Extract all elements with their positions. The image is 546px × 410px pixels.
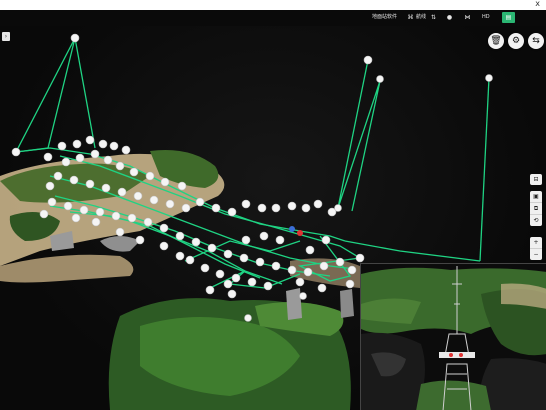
toolbar-sync-button[interactable]: ⇅: [430, 12, 437, 23]
zoom-controls: + −: [530, 237, 542, 260]
record-icon: ●: [446, 14, 453, 21]
share-icon: ⇆: [532, 36, 540, 46]
layers-button[interactable]: ⊟: [530, 174, 542, 185]
flight-route: [14, 36, 490, 289]
zoom-in-button[interactable]: +: [530, 237, 542, 249]
toolbar-route-button[interactable]: ⌘ 航线: [407, 12, 427, 23]
title-bar: x: [0, 0, 546, 10]
expand-panel-button[interactable]: ›: [2, 32, 10, 41]
view-side-button[interactable]: ⧉: [530, 203, 542, 215]
view-front-icon: ▣: [533, 193, 539, 200]
layers-icon: ⊟: [533, 176, 539, 183]
toolbar-hd-label: HD: [482, 14, 490, 20]
share-button[interactable]: ⇆: [528, 33, 544, 49]
toolbar-hd-button[interactable]: HD: [482, 12, 490, 23]
reset-icon: ⟲: [533, 217, 539, 224]
toolbar-route-label: 航线: [416, 14, 427, 20]
camera-preview-image: [361, 264, 546, 410]
side-toolbar-view: ▣ ⧉ ⟲: [530, 191, 542, 226]
view-side-icon: ⧉: [533, 205, 539, 212]
ground-station-app: x 地面站软件 ⌘ 航线 ⇅ ● ⋈ HD ▤ › 🗑 ⚙ ⇆ ⊟ ▣ ⧉ ⟲ …: [0, 0, 546, 410]
view-front-button[interactable]: ▣: [530, 191, 542, 203]
link-icon: ⋈: [464, 14, 471, 21]
plus-icon: +: [533, 239, 539, 246]
gear-icon: ⚙: [511, 36, 521, 46]
toolbar-active-button[interactable]: ▤: [502, 12, 515, 23]
camera-preview-window[interactable]: [360, 263, 546, 410]
side-toolbar-top: ⊟: [530, 174, 542, 185]
settings-button[interactable]: ⚙: [508, 33, 524, 49]
window-close-button[interactable]: x: [535, 0, 540, 8]
camera-markers: [289, 226, 303, 236]
top-toolbar: 地面站软件 ⌘ 航线 ⇅ ● ⋈ HD ▤: [0, 10, 546, 26]
delete-button[interactable]: 🗑: [488, 33, 504, 49]
zoom-out-button[interactable]: −: [530, 249, 542, 260]
toolbar-link-button[interactable]: ⋈: [464, 12, 471, 23]
panel-icon: ▤: [505, 14, 512, 21]
toolbar-title-label: 地面站软件: [372, 14, 398, 20]
sync-icon: ⇅: [430, 14, 437, 21]
view-reset-button[interactable]: ⟲: [530, 215, 542, 226]
minus-icon: −: [533, 251, 539, 258]
toolbar-record-button[interactable]: ●: [446, 12, 453, 23]
trash-icon: 🗑: [490, 36, 502, 46]
toolbar-title: 地面站软件: [372, 12, 397, 23]
map-3d-viewport[interactable]: › 🗑 ⚙ ⇆ ⊟ ▣ ⧉ ⟲ + −: [0, 26, 546, 410]
route-icon: ⌘: [407, 14, 414, 21]
